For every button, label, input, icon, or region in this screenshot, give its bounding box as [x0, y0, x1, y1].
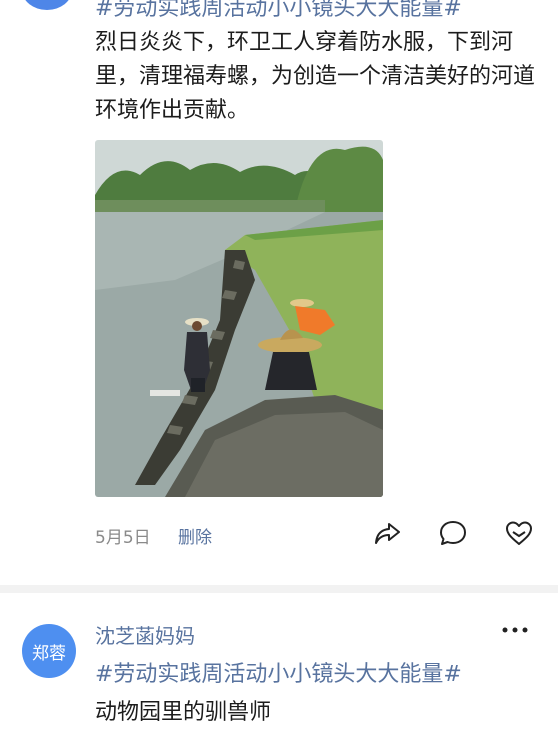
- share-icon[interactable]: [372, 518, 402, 548]
- post-date: 5月5日: [95, 528, 151, 548]
- more-icon[interactable]: [500, 620, 530, 640]
- avatar[interactable]: 郑蓉: [22, 624, 76, 678]
- post-hashtag[interactable]: #劳动实践周活动小小镜头大大能量#: [95, 660, 462, 690]
- post-text: 烈日炎炎下，环卫工人穿着防水服，下到河里，清理福寿螺，为创造一个清洁美好的河道环…: [95, 30, 536, 123]
- like-icon[interactable]: [504, 518, 534, 548]
- post-text: 动物园里的驯兽师: [95, 700, 272, 725]
- post-hashtag[interactable]: #劳动实践周活动小小镜头大大能量#: [95, 0, 462, 24]
- username[interactable]: 沈芝菡妈妈: [95, 620, 195, 649]
- avatar-previous-post[interactable]: [22, 0, 72, 10]
- delete-link[interactable]: 删除: [178, 523, 212, 548]
- post-divider: [0, 585, 558, 593]
- comment-icon[interactable]: [438, 518, 468, 548]
- post-photo[interactable]: [95, 140, 383, 497]
